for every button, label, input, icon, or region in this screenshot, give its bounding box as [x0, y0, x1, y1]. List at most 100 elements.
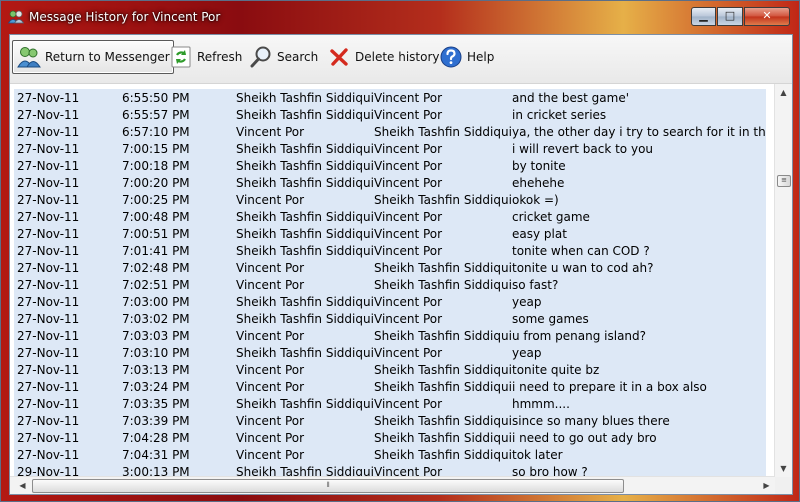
- message-date: 27-Nov-11: [14, 140, 122, 157]
- client-area: Return to Messenger Refresh Search Delet…: [9, 34, 793, 495]
- window-title: Message History for Vincent Por: [29, 10, 221, 24]
- message-recipient: Vincent Por: [374, 89, 512, 106]
- message-sender: Vincent Por: [236, 123, 374, 140]
- message-row[interactable]: 27-Nov-11 7:03:10 PM Sheikh Tashfin Siddiq…: [14, 344, 766, 361]
- message-time: 7:00:18 PM: [122, 157, 236, 174]
- message-row[interactable]: 27-Nov-11 7:00:15 PM Sheikh Tashfin Siddiq…: [14, 140, 766, 157]
- message-text: hmmm....: [512, 395, 766, 412]
- scroll-left-arrow-icon[interactable]: ◀: [14, 477, 31, 494]
- message-recipient: Vincent Por: [374, 395, 512, 412]
- delete-history-button[interactable]: Delete history: [327, 40, 440, 74]
- horizontal-scroll-thumb[interactable]: ⦀: [32, 479, 624, 493]
- message-text: i need to prepare it in a box also: [512, 378, 766, 395]
- message-recipient: Vincent Por: [374, 174, 512, 191]
- message-time: 7:03:24 PM: [122, 378, 236, 395]
- message-date: 27-Nov-11: [14, 327, 122, 344]
- message-date: 27-Nov-11: [14, 344, 122, 361]
- message-text: tonite when can COD ?: [512, 242, 766, 259]
- message-date: 27-Nov-11: [14, 191, 122, 208]
- message-time: 7:03:10 PM: [122, 344, 236, 361]
- message-row[interactable]: 27-Nov-11 7:02:48 PM Vincent Por Sheikh Tas…: [14, 259, 766, 276]
- message-history-window: Message History for Vincent Por ▁ □ ✕ Re…: [0, 0, 800, 502]
- message-time: 7:00:25 PM: [122, 191, 236, 208]
- message-sender: Vincent Por: [236, 276, 374, 293]
- scroll-down-arrow-icon[interactable]: ▼: [775, 460, 792, 477]
- message-row[interactable]: 27-Nov-11 6:57:10 PM Vincent Por Sheikh Tas…: [14, 123, 766, 140]
- messenger-people-icon: [8, 10, 24, 24]
- message-sender: Sheikh Tashfin Siddiqui: [236, 225, 374, 242]
- message-sender: Sheikh Tashfin Siddiqui: [236, 344, 374, 361]
- return-to-messenger-button[interactable]: Return to Messenger: [12, 40, 174, 74]
- message-row[interactable]: 27-Nov-11 7:03:35 PM Sheikh Tashfin Siddiq…: [14, 395, 766, 412]
- message-time: 7:03:02 PM: [122, 310, 236, 327]
- message-date: 27-Nov-11: [14, 106, 122, 123]
- message-sender: Sheikh Tashfin Siddiqui: [236, 310, 374, 327]
- message-date: 27-Nov-11: [14, 242, 122, 259]
- message-date: 27-Nov-11: [14, 293, 122, 310]
- message-row[interactable]: 27-Nov-11 7:00:48 PM Sheikh Tashfin Siddiq…: [14, 208, 766, 225]
- message-row[interactable]: 27-Nov-11 7:03:00 PM Sheikh Tashfin Siddiq…: [14, 293, 766, 310]
- message-time: 7:01:41 PM: [122, 242, 236, 259]
- refresh-button[interactable]: Refresh: [169, 40, 242, 74]
- message-row[interactable]: 27-Nov-11 6:55:50 PM Sheikh Tashfin Siddiq…: [14, 89, 766, 106]
- search-icon: [250, 46, 271, 68]
- maximize-button[interactable]: □: [717, 7, 743, 26]
- message-text: easy plat: [512, 225, 766, 242]
- message-recipient: Sheikh Tashfin Siddiqui: [374, 412, 512, 429]
- message-text: tonite u wan to cod ah?: [512, 259, 766, 276]
- message-row[interactable]: 27-Nov-11 7:03:39 PM Vincent Por Sheikh Tas…: [14, 412, 766, 429]
- search-label: Search: [277, 50, 319, 64]
- message-sender: Vincent Por: [236, 361, 374, 378]
- message-row[interactable]: 27-Nov-11 7:03:24 PM Vincent Por Sheikh Tas…: [14, 378, 766, 395]
- message-row[interactable]: 27-Nov-11 7:04:31 PM Vincent Por Sheikh Tas…: [14, 446, 766, 463]
- message-sender: Sheikh Tashfin Siddiqui: [236, 208, 374, 225]
- message-time: 7:03:39 PM: [122, 412, 236, 429]
- message-text: since so many blues there: [512, 412, 766, 429]
- horizontal-scrollbar[interactable]: ◀ ⦀ ▶: [10, 476, 775, 494]
- scroll-thumb[interactable]: ≡: [777, 175, 791, 187]
- refresh-icon: [171, 46, 191, 68]
- message-row[interactable]: 27-Nov-11 7:00:20 PM Sheikh Tashfin Siddiq…: [14, 174, 766, 191]
- message-date: 27-Nov-11: [14, 446, 122, 463]
- scroll-right-arrow-icon[interactable]: ▶: [758, 477, 775, 494]
- message-row[interactable]: 27-Nov-11 7:00:25 PM Vincent Por Sheikh Tas…: [14, 191, 766, 208]
- message-recipient: Vincent Por: [374, 106, 512, 123]
- message-sender: Sheikh Tashfin Siddiqui: [236, 140, 374, 157]
- message-sender: Vincent Por: [236, 191, 374, 208]
- toolbar: Return to Messenger Refresh Search Delet…: [10, 35, 792, 84]
- message-sender: Vincent Por: [236, 429, 374, 446]
- minimize-icon: ▁: [699, 9, 708, 22]
- message-row[interactable]: 27-Nov-11 7:01:41 PM Sheikh Tashfin Siddiq…: [14, 242, 766, 259]
- message-row[interactable]: 27-Nov-11 7:00:18 PM Sheikh Tashfin Siddiq…: [14, 157, 766, 174]
- message-time: 6:57:10 PM: [122, 123, 236, 140]
- message-row[interactable]: 27-Nov-11 7:03:02 PM Sheikh Tashfin Siddiq…: [14, 310, 766, 327]
- message-row[interactable]: 27-Nov-11 7:03:03 PM Vincent Por Sheikh Tas…: [14, 327, 766, 344]
- message-recipient: Sheikh Tashfin Siddiqui: [374, 276, 512, 293]
- message-recipient: Vincent Por: [374, 344, 512, 361]
- close-icon: ✕: [762, 9, 772, 22]
- message-row[interactable]: 27-Nov-11 6:55:57 PM Sheikh Tashfin Siddiq…: [14, 106, 766, 123]
- title-bar[interactable]: Message History for Vincent Por ▁ □ ✕: [1, 1, 799, 33]
- scroll-up-arrow-icon[interactable]: ▲: [775, 84, 792, 101]
- message-time: 7:03:13 PM: [122, 361, 236, 378]
- message-row[interactable]: 27-Nov-11 7:03:13 PM Vincent Por Sheikh Tas…: [14, 361, 766, 378]
- message-recipient: Sheikh Tashfin Siddiqui: [374, 259, 512, 276]
- minimize-button[interactable]: ▁: [691, 7, 716, 26]
- message-text: okok =): [512, 191, 766, 208]
- message-sender: Sheikh Tashfin Siddiqui: [236, 106, 374, 123]
- message-recipient: Vincent Por: [374, 157, 512, 174]
- message-row[interactable]: 27-Nov-11 7:00:51 PM Sheikh Tashfin Siddiq…: [14, 225, 766, 242]
- message-sender: Vincent Por: [236, 259, 374, 276]
- vertical-scrollbar[interactable]: ▲ ≡ ▼: [774, 84, 792, 477]
- message-sender: Vincent Por: [236, 378, 374, 395]
- message-row[interactable]: 27-Nov-11 7:02:51 PM Vincent Por Sheikh Tas…: [14, 276, 766, 293]
- message-text: by tonite: [512, 157, 766, 174]
- refresh-label: Refresh: [197, 50, 243, 64]
- message-time: 7:00:48 PM: [122, 208, 236, 225]
- help-button[interactable]: Help: [439, 40, 494, 74]
- close-button[interactable]: ✕: [744, 7, 790, 26]
- search-button[interactable]: Search: [249, 40, 318, 74]
- message-row[interactable]: 27-Nov-11 7:04:28 PM Vincent Por Sheikh Tas…: [14, 429, 766, 446]
- message-list[interactable]: 27-Nov-11 6:55:50 PM Sheikh Tashfin Siddiq…: [10, 84, 792, 494]
- message-table: 27-Nov-11 6:55:50 PM Sheikh Tashfin Siddiq…: [14, 89, 766, 480]
